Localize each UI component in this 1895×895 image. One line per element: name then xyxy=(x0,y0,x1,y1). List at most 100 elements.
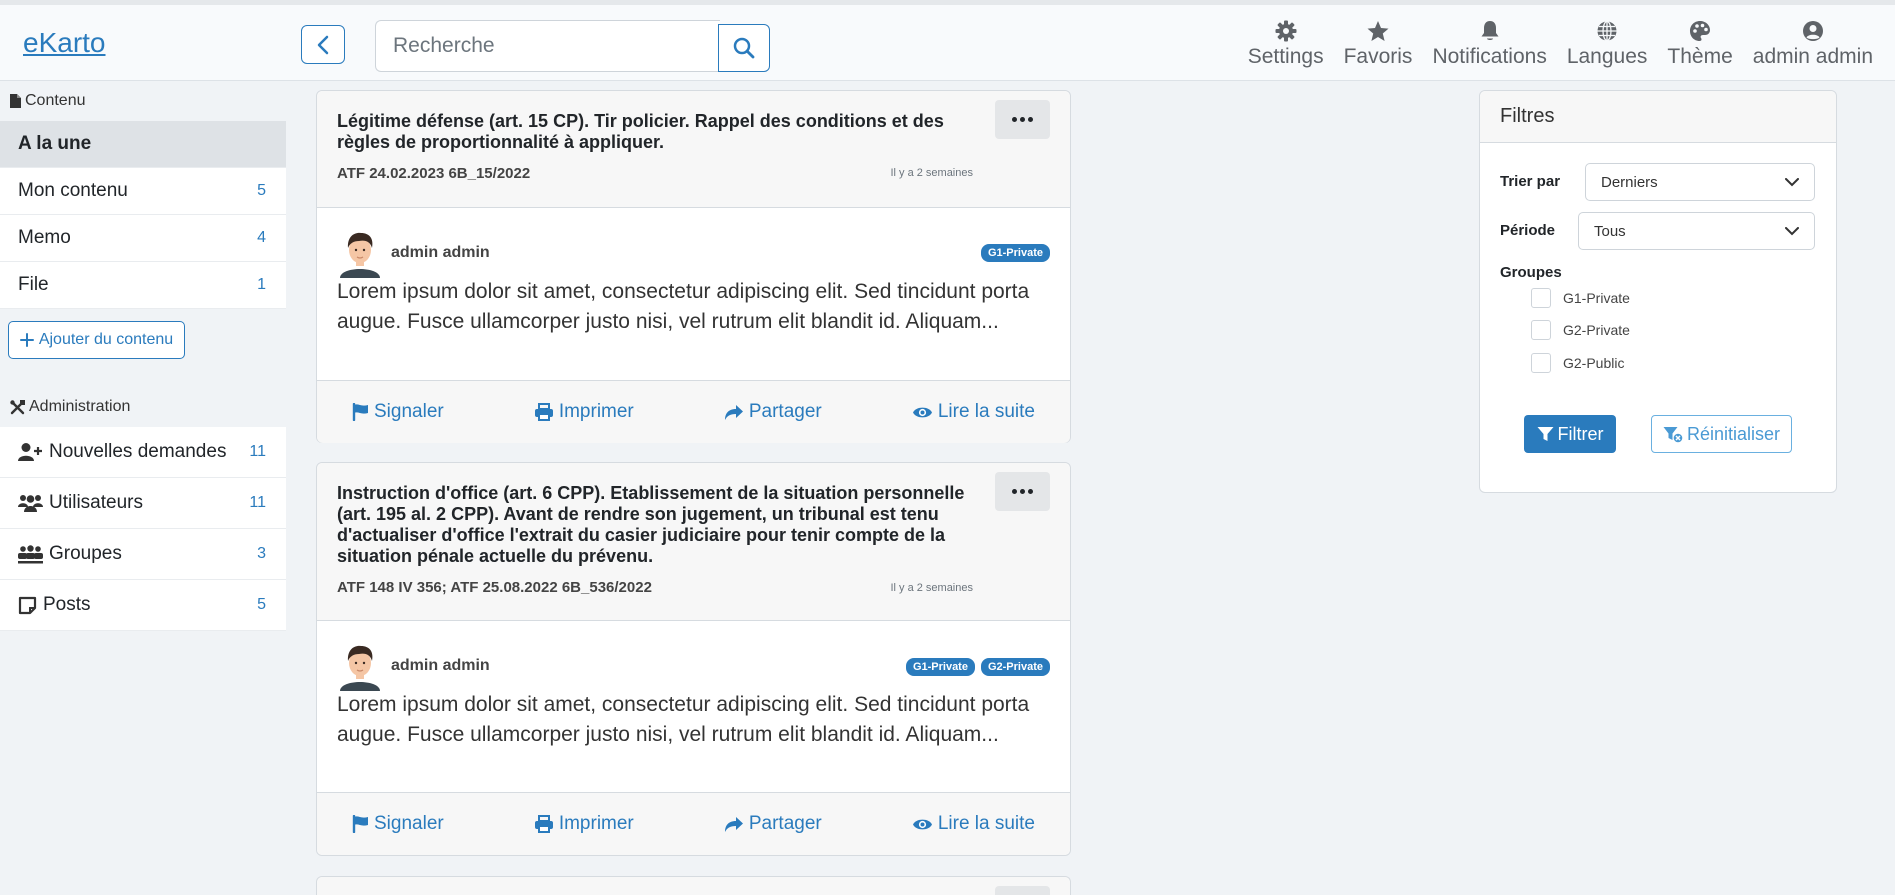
report-button[interactable]: Signaler xyxy=(352,813,444,835)
post-title[interactable]: Légitime défense (art. 15 CP). Tir polic… xyxy=(337,111,977,153)
header-nav: Settings Favoris Notifications Langues T… xyxy=(1248,18,1873,69)
dot xyxy=(1020,117,1025,122)
nav-user-account[interactable]: admin admin xyxy=(1753,18,1873,69)
sidebar-item-label: Mon contenu xyxy=(18,180,128,201)
nav-theme[interactable]: Thème xyxy=(1667,18,1733,69)
dot xyxy=(1028,117,1033,122)
sort-select[interactable]: Derniers xyxy=(1585,163,1815,201)
sidebar-item-memo[interactable]: Memo 4 xyxy=(0,215,286,262)
sort-label: Trier par xyxy=(1500,173,1561,190)
period-label: Période xyxy=(1500,222,1556,239)
share-label: Partager xyxy=(748,401,822,422)
nav-settings-label: Settings xyxy=(1247,45,1324,68)
nav-languages[interactable]: Langues xyxy=(1566,18,1648,69)
print-label: Imprimer xyxy=(558,401,634,422)
chevron-down-icon xyxy=(1785,177,1799,186)
sidebar-item-label: Groupes xyxy=(49,543,122,564)
user-plus-icon xyxy=(18,443,42,461)
nav-favorites[interactable]: Favoris xyxy=(1344,18,1412,69)
groups-label: Groupes xyxy=(1500,264,1562,281)
more-options-button[interactable] xyxy=(995,886,1050,895)
read-more-label: Lire la suite xyxy=(937,813,1035,834)
read-more-button[interactable]: Lire la suite xyxy=(912,401,1035,423)
sidebar-item-label: Nouvelles demandes xyxy=(49,441,227,462)
reset-button[interactable]: Réinitialiser xyxy=(1651,415,1792,453)
chevron-down-icon xyxy=(1785,226,1799,235)
sidebar-item-label: A la une xyxy=(18,133,92,154)
group-checkbox-row: G2-Private xyxy=(1531,320,1630,340)
sidebar-item-file[interactable]: File 1 xyxy=(0,262,286,309)
back-button[interactable] xyxy=(301,25,345,64)
post-body: admin admin G1-Private Lorem ipsum dolor… xyxy=(317,208,1070,379)
sidebar-item-nouvelles-demandes[interactable]: Nouvelles demandes 11 xyxy=(0,427,286,478)
share-icon xyxy=(724,404,743,420)
nav-settings[interactable]: Settings xyxy=(1248,18,1324,69)
sidebar-item-label: File xyxy=(18,274,49,295)
eye-icon xyxy=(912,407,932,417)
post-time: Il y a 2 semaines xyxy=(890,167,973,179)
post-author-name[interactable]: admin admin xyxy=(391,657,490,675)
group-checkbox-g1-private[interactable] xyxy=(1531,288,1551,308)
admin-heading-label: Administration xyxy=(29,398,131,415)
more-options-button[interactable] xyxy=(995,472,1050,511)
report-label: Signaler xyxy=(374,401,444,422)
report-button[interactable]: Signaler xyxy=(352,401,444,423)
brand-link[interactable]: eKarto xyxy=(23,27,106,59)
nav-user-label: admin admin xyxy=(1752,45,1873,68)
admin-section-heading: Administration xyxy=(0,387,286,427)
sidebar-item-utilisateurs[interactable]: Utilisateurs 11 xyxy=(0,478,286,529)
period-select[interactable]: Tous xyxy=(1578,212,1815,250)
sidebar-item-count: 3 xyxy=(257,545,266,562)
filter-button[interactable]: Filtrer xyxy=(1524,415,1616,453)
nav-notifications-label: Notifications xyxy=(1432,45,1547,68)
post-time: Il y a 2 semaines xyxy=(890,582,973,594)
content-section-heading: Contenu xyxy=(0,81,286,121)
search-icon xyxy=(733,37,755,59)
top-navbar: eKarto Settings Favoris Notifications xyxy=(0,0,1895,81)
post-card: Instruction d'office (art. 6 CPP). Etabl… xyxy=(316,462,1071,856)
dot xyxy=(1028,489,1033,494)
share-button[interactable]: Partager xyxy=(724,813,822,835)
groups-row: Groupes xyxy=(1500,264,1562,281)
sidebar-item-mon-contenu[interactable]: Mon contenu 5 xyxy=(0,168,286,215)
post-actions: Signaler Imprimer Partager Lire la suite xyxy=(317,792,1070,855)
group-checkbox-row: G1-Private xyxy=(1531,288,1630,308)
post-title[interactable]: Instruction d'office (art. 6 CPP). Etabl… xyxy=(337,483,977,567)
sidebar-item-count: 5 xyxy=(257,182,266,199)
eye-icon xyxy=(912,819,932,829)
print-button[interactable]: Imprimer xyxy=(534,813,634,835)
flag-icon xyxy=(352,403,368,421)
report-label: Signaler xyxy=(374,813,444,834)
sidebar-item-groupes[interactable]: Groupes 3 xyxy=(0,529,286,580)
post-body: admin admin G1-Private G2-Private Lorem … xyxy=(317,621,1070,792)
group-checkbox-g2-public[interactable] xyxy=(1531,353,1551,373)
post-card xyxy=(316,876,1071,895)
read-more-label: Lire la suite xyxy=(937,401,1035,422)
more-options-button[interactable] xyxy=(995,100,1050,139)
nav-theme-label: Thème xyxy=(1667,45,1733,68)
post-header: Légitime défense (art. 15 CP). Tir polic… xyxy=(317,91,1070,208)
read-more-button[interactable]: Lire la suite xyxy=(912,813,1035,835)
post-header xyxy=(317,877,1070,895)
sidebar-item-count: 4 xyxy=(257,229,266,246)
sort-value: Derniers xyxy=(1601,173,1658,191)
nav-notifications[interactable]: Notifications xyxy=(1432,18,1547,69)
add-content-button[interactable]: Ajouter du contenu xyxy=(8,321,185,359)
sidebar-item-a-la-une[interactable]: A la une xyxy=(0,121,286,168)
search-input[interactable] xyxy=(375,20,720,72)
reset-button-label: Réinitialiser xyxy=(1686,423,1781,444)
sticky-note-icon xyxy=(18,596,37,614)
print-button[interactable]: Imprimer xyxy=(534,401,634,423)
group-checkbox-g2-private[interactable] xyxy=(1531,320,1551,340)
dot xyxy=(1012,489,1017,494)
sidebar-item-posts[interactable]: Posts 5 xyxy=(0,580,286,631)
post-badges: G1-Private G2-Private xyxy=(905,658,1050,676)
post-author-name[interactable]: admin admin xyxy=(391,244,490,262)
tools-icon xyxy=(10,399,25,414)
post-header: Instruction d'office (art. 6 CPP). Etabl… xyxy=(317,463,1070,621)
post-badges: G1-Private xyxy=(980,244,1050,262)
nav-languages-label: Langues xyxy=(1566,45,1648,68)
search-button[interactable] xyxy=(718,24,770,72)
sidebar-item-count: 5 xyxy=(257,596,266,613)
share-button[interactable]: Partager xyxy=(724,401,822,423)
